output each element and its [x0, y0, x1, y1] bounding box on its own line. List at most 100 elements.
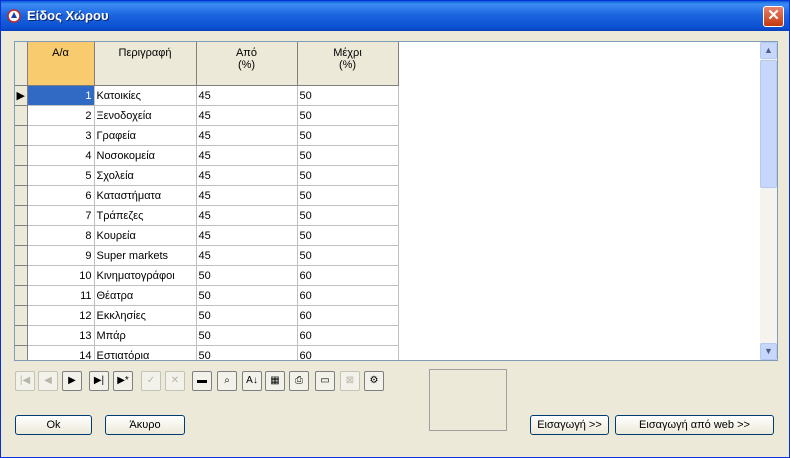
row-indicator[interactable]: [15, 305, 28, 326]
prior-record-button[interactable]: ◀: [38, 371, 58, 391]
cell-to[interactable]: 50: [297, 145, 399, 166]
cell-aa[interactable]: 14: [27, 345, 95, 360]
cancel-edit-button[interactable]: ✕: [165, 371, 185, 391]
table-row[interactable]: 3 Γραφεία 45 50: [15, 125, 399, 146]
row-indicator[interactable]: [15, 245, 28, 266]
column-header-from[interactable]: Από (%): [196, 42, 298, 86]
cell-to[interactable]: 50: [297, 185, 399, 206]
cell-to[interactable]: 60: [297, 345, 399, 360]
row-indicator[interactable]: [15, 145, 28, 166]
cell-to[interactable]: 50: [297, 205, 399, 226]
import-button[interactable]: Εισαγωγή >>: [530, 415, 609, 435]
scroll-thumb[interactable]: [760, 60, 777, 188]
cell-from[interactable]: 45: [196, 225, 298, 246]
row-indicator[interactable]: [15, 225, 28, 246]
row-indicator[interactable]: [15, 125, 28, 146]
row-indicator[interactable]: [15, 205, 28, 226]
cell-to[interactable]: 60: [297, 305, 399, 326]
row-indicator[interactable]: [15, 325, 28, 346]
cell-aa[interactable]: 2: [27, 105, 95, 126]
cell-from[interactable]: 45: [196, 145, 298, 166]
table-row[interactable]: 10 Κινηματογράφοι 50 60: [15, 265, 399, 286]
cell-description[interactable]: Κατοικίες: [94, 85, 197, 106]
delete-record-button[interactable]: ▬: [192, 371, 212, 391]
row-indicator[interactable]: [15, 285, 28, 306]
cell-description[interactable]: Τράπεζες: [94, 205, 197, 226]
table-row[interactable]: 11 Θέατρα 50 60: [15, 285, 399, 306]
cell-aa[interactable]: 12: [27, 305, 95, 326]
cell-to[interactable]: 60: [297, 285, 399, 306]
cell-from[interactable]: 50: [196, 285, 298, 306]
cell-aa[interactable]: 9: [27, 245, 95, 266]
row-indicator[interactable]: [15, 105, 28, 126]
table-row[interactable]: 7 Τράπεζες 45 50: [15, 205, 399, 226]
cell-from[interactable]: 50: [196, 325, 298, 346]
cell-to[interactable]: 50: [297, 125, 399, 146]
cell-from[interactable]: 50: [196, 305, 298, 326]
cell-aa[interactable]: 13: [27, 325, 95, 346]
picture-button[interactable]: ▭: [315, 371, 335, 391]
table-row[interactable]: 9 Super markets 45 50: [15, 245, 399, 266]
close-button[interactable]: ✕: [763, 6, 784, 27]
find-button[interactable]: ⌕: [217, 371, 237, 391]
new-record-button[interactable]: ▶*: [113, 371, 133, 391]
cell-description[interactable]: Εκκλησίες: [94, 305, 197, 326]
cell-from[interactable]: 50: [196, 345, 298, 360]
post-button[interactable]: ✓: [141, 371, 161, 391]
cell-aa[interactable]: 4: [27, 145, 95, 166]
row-indicator[interactable]: [15, 165, 28, 186]
scroll-up-button[interactable]: ▲: [760, 42, 777, 59]
cell-from[interactable]: 45: [196, 105, 298, 126]
cell-to[interactable]: 60: [297, 325, 399, 346]
first-record-button[interactable]: |◀: [15, 371, 35, 391]
cell-aa[interactable]: 8: [27, 225, 95, 246]
scroll-down-button[interactable]: ▼: [760, 343, 777, 360]
cell-from[interactable]: 50: [196, 265, 298, 286]
cell-from[interactable]: 45: [196, 245, 298, 266]
cell-aa[interactable]: 10: [27, 265, 95, 286]
cell-aa[interactable]: 6: [27, 185, 95, 206]
vertical-scrollbar[interactable]: ▲ ▼: [760, 42, 777, 360]
sort-button[interactable]: A↓: [242, 371, 262, 391]
cell-description[interactable]: Ξενοδοχεία: [94, 105, 197, 126]
table-row[interactable]: 14 Εστιατόρια 50 60: [15, 345, 399, 360]
cell-aa[interactable]: 3: [27, 125, 95, 146]
column-header-description[interactable]: Περιγραφή: [94, 42, 197, 86]
cell-description[interactable]: Θέατρα: [94, 285, 197, 306]
import-from-web-button[interactable]: Εισαγωγή από web >>: [615, 415, 774, 435]
cancel-button[interactable]: Άκυρο: [105, 415, 185, 435]
cell-aa[interactable]: 11: [27, 285, 95, 306]
title-bar[interactable]: Είδος Χώρου ✕: [1, 1, 789, 31]
cell-description[interactable]: Καταστήματα: [94, 185, 197, 206]
cell-aa[interactable]: 7: [27, 205, 95, 226]
cell-aa[interactable]: 1: [27, 85, 95, 106]
row-indicator[interactable]: [15, 265, 28, 286]
column-header-to[interactable]: Μέχρι (%): [297, 42, 399, 86]
cell-to[interactable]: 50: [297, 165, 399, 186]
cell-to[interactable]: 50: [297, 225, 399, 246]
cell-description[interactable]: Γραφεία: [94, 125, 197, 146]
cell-from[interactable]: 45: [196, 125, 298, 146]
table-row[interactable]: 12 Εκκλησίες 50 60: [15, 305, 399, 326]
cell-description[interactable]: Κινηματογράφοι: [94, 265, 197, 286]
table-row[interactable]: 13 Μπάρ 50 60: [15, 325, 399, 346]
cell-to[interactable]: 60: [297, 265, 399, 286]
cell-to[interactable]: 50: [297, 85, 399, 106]
next-record-button[interactable]: ▶: [62, 371, 82, 391]
cell-from[interactable]: 45: [196, 185, 298, 206]
row-indicator[interactable]: ▶: [15, 85, 28, 106]
table-row[interactable]: 2 Ξενοδοχεία 45 50: [15, 105, 399, 126]
cell-description[interactable]: Super markets: [94, 245, 197, 266]
row-indicator[interactable]: [15, 345, 28, 360]
cell-to[interactable]: 50: [297, 245, 399, 266]
cell-from[interactable]: 45: [196, 205, 298, 226]
last-record-button[interactable]: ▶|: [89, 371, 109, 391]
table-row[interactable]: ▶ 1 Κατοικίες 45 50: [15, 85, 399, 106]
table-row[interactable]: 8 Κουρεία 45 50: [15, 225, 399, 246]
row-indicator[interactable]: [15, 185, 28, 206]
cell-to[interactable]: 50: [297, 105, 399, 126]
remove-picture-button[interactable]: ⊠: [340, 371, 360, 391]
cell-description[interactable]: Εστιατόρια: [94, 345, 197, 360]
cell-description[interactable]: Κουρεία: [94, 225, 197, 246]
cell-aa[interactable]: 5: [27, 165, 95, 186]
